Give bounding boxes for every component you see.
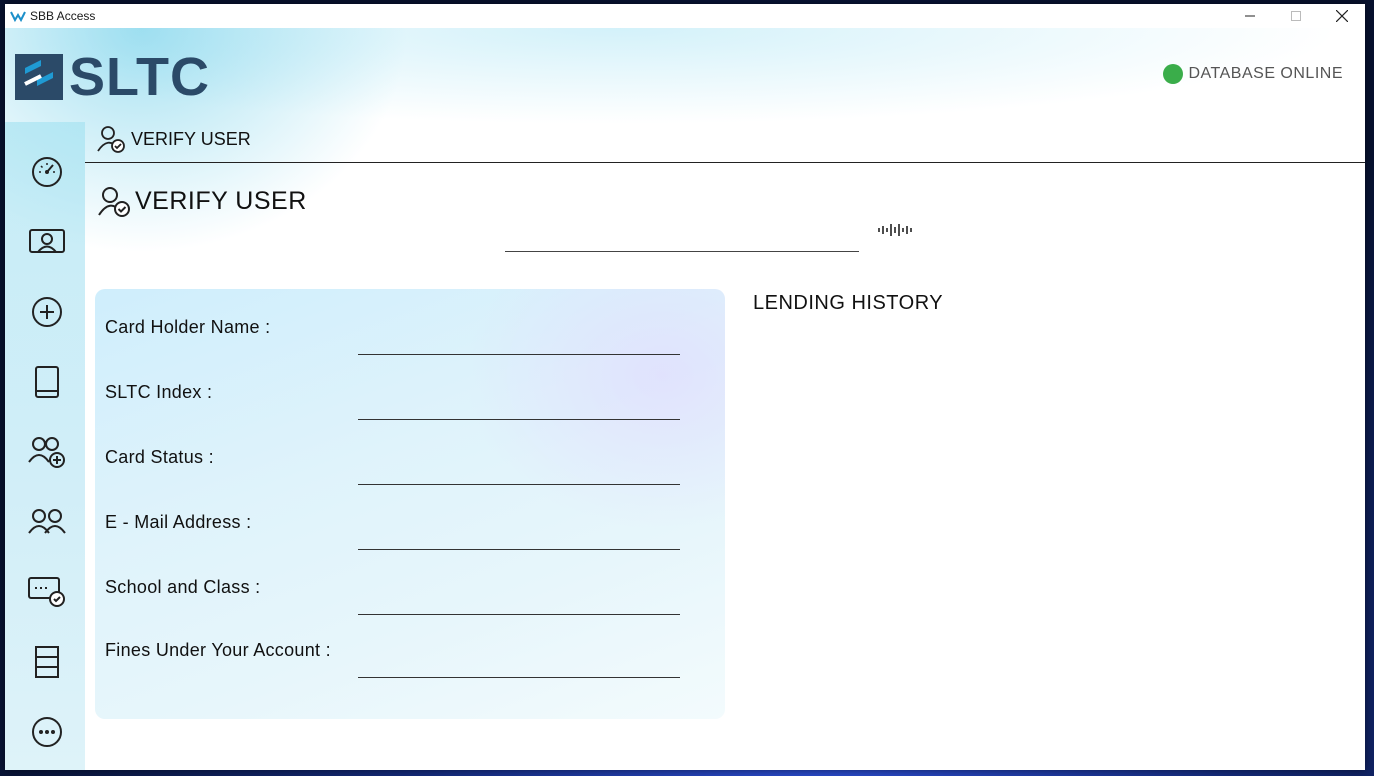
scan-button[interactable] xyxy=(877,223,913,242)
logo: SLTC xyxy=(15,50,210,104)
logo-text: SLTC xyxy=(69,47,210,107)
fines-field[interactable] xyxy=(358,651,680,678)
card-holder-name-field[interactable] xyxy=(358,328,680,355)
dashboard-icon xyxy=(32,157,62,187)
book-icon xyxy=(35,366,59,398)
database-status: DATABASE ONLINE xyxy=(1162,64,1344,84)
user-presentation-icon xyxy=(29,229,65,253)
add-circle-icon xyxy=(32,297,62,327)
verify-user-icon xyxy=(97,126,125,153)
sltc-index-label: SLTC Index : xyxy=(105,382,213,402)
status-indicator-icon xyxy=(1162,64,1183,84)
minimize-button[interactable] xyxy=(1227,4,1273,28)
email-address-field[interactable] xyxy=(358,523,680,550)
more-icon xyxy=(32,717,62,747)
card-holder-details: Card Holder Name : SLTC Index : Card Sta… xyxy=(95,289,725,719)
sidebar-item-verify-card[interactable] xyxy=(25,570,69,614)
email-address-label: E - Mail Address : xyxy=(105,512,252,532)
database-status-text: DATABASE ONLINE xyxy=(1188,65,1343,82)
sidebar-item-more[interactable] xyxy=(25,710,69,754)
close-icon xyxy=(1336,10,1348,22)
users-icon xyxy=(28,509,66,534)
sidebar-item-users[interactable] xyxy=(25,500,69,544)
sltc-index-field[interactable] xyxy=(358,393,680,420)
title-bar: SBB Access xyxy=(5,4,1365,28)
app-icon xyxy=(10,11,26,23)
close-button[interactable] xyxy=(1319,4,1365,28)
page-title-text: VERIFY USER xyxy=(135,186,307,215)
sidebar-item-dashboard[interactable] xyxy=(25,150,69,194)
sidebar-item-user-presentation[interactable] xyxy=(25,220,69,264)
school-class-label: School and Class : xyxy=(105,577,261,597)
card-status-field[interactable] xyxy=(358,458,680,485)
card-holder-name-label: Card Holder Name : xyxy=(105,317,271,337)
list-icon xyxy=(35,646,59,678)
sidebar-item-books[interactable] xyxy=(25,360,69,404)
app-content: SLTC DATABASE ONLINE VERIFY USER VERIFY … xyxy=(5,28,1365,770)
sidebar-item-list[interactable] xyxy=(25,640,69,684)
sidebar-item-add[interactable] xyxy=(25,290,69,334)
fines-label: Fines Under Your Account : xyxy=(105,640,331,660)
verify-card-icon xyxy=(28,577,65,607)
page-title: VERIFY USER xyxy=(97,184,307,218)
breadcrumb: VERIFY USER xyxy=(97,124,251,154)
sidebar-item-add-users[interactable] xyxy=(25,430,69,474)
header-divider xyxy=(85,162,1365,163)
verify-user-icon xyxy=(98,187,130,217)
window-title: SBB Access xyxy=(30,9,96,23)
barcode-scan-icon xyxy=(878,224,912,236)
logo-mark-icon xyxy=(15,54,63,100)
user-scan-input[interactable] xyxy=(505,223,859,252)
card-status-label: Card Status : xyxy=(105,447,214,467)
school-class-field[interactable] xyxy=(358,588,680,615)
breadcrumb-label: VERIFY USER xyxy=(131,128,251,149)
app-window: SBB Access SLTC DATABASE ONLINE VERIFY U… xyxy=(5,4,1365,770)
add-users-icon xyxy=(28,437,65,468)
sidebar xyxy=(5,122,85,770)
maximize-icon xyxy=(1291,11,1301,21)
minimize-icon xyxy=(1245,15,1255,17)
maximize-button[interactable] xyxy=(1273,4,1319,28)
lending-history-title: LENDING HISTORY xyxy=(753,292,944,314)
